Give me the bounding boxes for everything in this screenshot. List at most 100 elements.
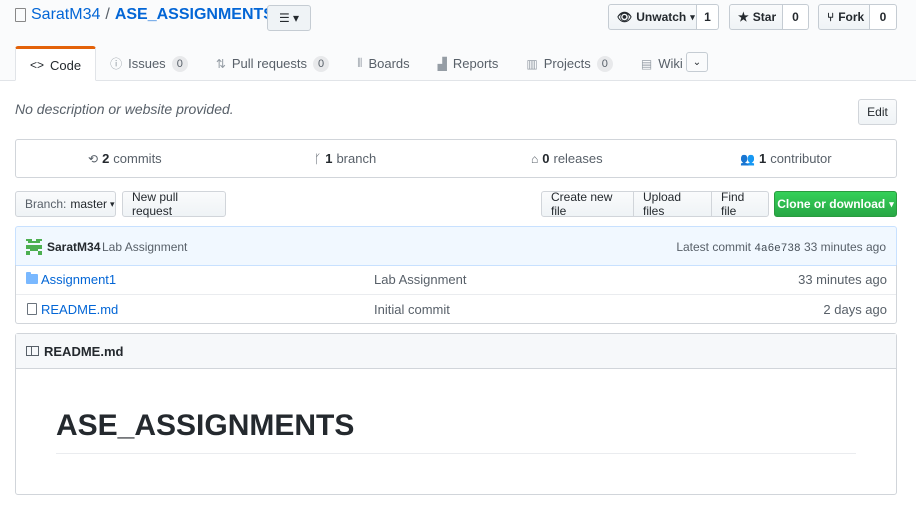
contributors-link[interactable]: 👥 1 contributor [740,151,832,166]
repo-owner-link[interactable]: SaratM34 [31,6,100,24]
repo-nav-tabs: <> Code ⓘ Issues 0 ⇅ Pull requests 0 ⦀ B… [15,46,697,81]
tab-pull-requests[interactable]: ⇅ Pull requests 0 [202,46,343,81]
tab-projects[interactable]: ▥ Projects 0 [512,46,626,81]
file-age: 2 days ago [823,302,887,317]
readme-box: README.md ASE_ASSIGNMENTS [15,333,897,495]
boards-icon: ⦀ [357,56,363,70]
upload-files-button[interactable]: Upload files [633,190,712,218]
caret-down-icon: ▾ [690,11,695,22]
file-name-link[interactable]: Assignment1 [41,272,116,287]
releases-count: 0 [542,151,550,166]
repo-header: SaratM34 / ASE_ASSIGNMENTS ☰ ▾ 👁 Unwatch… [0,0,916,81]
commits-count: 2 [102,151,110,166]
find-file-button[interactable]: Find file [711,190,769,218]
code-icon: <> [30,58,45,72]
fork-button[interactable]: ⑂ Fork [818,4,870,30]
create-new-file-button[interactable]: Create new file [541,190,634,218]
tab-label: Boards [368,56,410,71]
numbers-summary: ⟲ 2 commits ᚴ 1 branch ⌂ 0 releases 👥 1 … [15,139,897,178]
clone-label: Clone or download [777,197,886,211]
commit-author-link[interactable]: SaratM34 [47,240,100,254]
file-name-link[interactable]: README.md [41,302,118,317]
tabs-more-dropdown[interactable]: ⌄ [686,52,708,72]
commits-label: commits [113,151,162,166]
book-icon: ▤ [640,56,653,71]
branches-label: branch [336,151,377,166]
people-icon: 👥 [740,151,755,166]
star-label: Star [752,10,777,24]
chevron-down-icon: ⌄ [692,56,702,68]
branch-select-button[interactable]: Branch: master ▾ [15,191,116,217]
new-pull-request-button[interactable]: New pull request [122,190,226,218]
star-group: ★ Star 0 [729,4,809,30]
book-icon [26,346,39,356]
issue-icon: ⓘ [110,57,123,71]
file-list: Assignment1 Lab Assignment 33 minutes ag… [15,265,897,324]
project-icon: ▥ [526,56,538,71]
latest-commit-info: Latest commit 4a6e738 33 minutes ago [676,240,886,255]
tab-counter: 0 [171,55,188,72]
caret-down-icon: ▾ [110,198,115,209]
folder-icon [26,272,38,284]
tab-issues[interactable]: ⓘ Issues 0 [96,46,202,81]
readme-filename: README.md [44,343,124,359]
branches-link[interactable]: ᚴ 1 branch [314,151,376,166]
readme-body: ASE_ASSIGNMENTS [16,369,896,454]
clone-or-download-button[interactable]: Clone or download ▾ [774,191,897,217]
history-icon: ⟲ [88,151,99,166]
tab-label: Wiki [658,56,683,71]
repo-name-link[interactable]: ASE_ASSIGNMENTS [115,6,274,24]
star-button[interactable]: ★ Star [729,4,783,30]
file-actions-group: Create new file Upload files Find file [541,190,769,218]
edit-description-button[interactable]: Edit [858,99,897,125]
fork-icon: ⑂ [827,10,835,24]
graph-icon: ▟ [437,56,447,71]
avatar[interactable] [26,239,42,255]
tab-counter: 0 [313,55,330,72]
tab-label: Code [50,57,82,73]
tab-label: Projects [543,56,591,71]
readme-header: README.md [16,334,896,369]
commits-link[interactable]: ⟲ 2 commits [88,151,162,166]
watch-count[interactable]: 1 [697,4,719,30]
commit-sha-link[interactable]: 4a6e738 [754,243,800,255]
list-icon: ☰ ▾ [278,11,300,25]
tag-icon: ⌂ [531,151,539,166]
repo-title: SaratM34 / ASE_ASSIGNMENTS [15,6,274,24]
file-row-assignment1: Assignment1 Lab Assignment 33 minutes ag… [16,265,896,294]
star-icon: ★ [738,10,749,24]
caret-down-icon: ▾ [889,198,894,209]
file-commit-message-link[interactable]: Initial commit [374,302,450,317]
contributors-count: 1 [758,151,767,166]
branch-prefix: Branch: [25,197,67,211]
file-row-readme: README.md Initial commit 2 days ago [16,294,896,323]
releases-link[interactable]: ⌂ 0 releases [531,151,603,166]
branches-count: 1 [325,151,333,166]
fork-label: Fork [838,10,865,24]
title-separator: / [105,6,110,23]
fork-group: ⑂ Fork 0 [818,4,897,30]
contributors-label: contributor [770,151,832,166]
commit-message-link[interactable]: Lab Assignment [102,240,187,254]
star-count[interactable]: 0 [783,4,809,30]
repo-description: No description or website provided. [15,101,234,117]
tab-reports[interactable]: ▟ Reports [424,46,513,81]
fork-count[interactable]: 0 [870,4,897,30]
file-age: 33 minutes ago [798,272,887,287]
readme-heading: ASE_ASSIGNMENTS [56,409,856,454]
pull-request-icon: ⇅ [215,56,226,71]
watch-group: 👁 Unwatch ▾ 1 [608,4,719,30]
tab-label: Reports [452,56,499,71]
commit-age: 33 minutes ago [803,240,886,254]
file-icon [27,303,37,315]
tab-code[interactable]: <> Code [15,46,97,81]
tab-boards[interactable]: ⦀ Boards [343,46,423,81]
file-commit-message-link[interactable]: Lab Assignment [374,272,467,287]
unwatch-button[interactable]: 👁 Unwatch ▾ [608,4,697,30]
repo-menu-button[interactable]: ☰ ▾ [267,5,311,31]
tab-label: Issues [128,56,166,71]
tab-counter: 0 [596,55,613,72]
tab-label: Pull requests [231,56,308,71]
branch-icon: ᚴ [314,151,322,166]
unwatch-label: Unwatch [636,10,687,24]
